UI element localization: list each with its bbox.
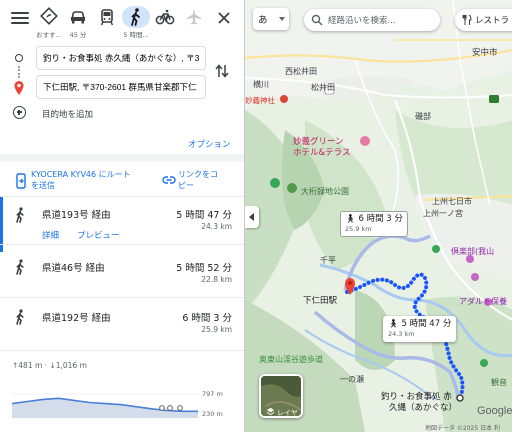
route-distance: 25.9 km bbox=[201, 325, 232, 334]
section-divider bbox=[0, 154, 244, 162]
input-language-button[interactable]: あ bbox=[253, 8, 289, 30]
origin-dot-icon bbox=[15, 54, 23, 62]
restaurants-label: レストラ bbox=[475, 16, 510, 26]
map-attribution: 地図データ ©2025 日本 利 bbox=[425, 425, 500, 432]
chevron-left-icon bbox=[249, 213, 254, 221]
elevation-waypoint bbox=[159, 405, 165, 411]
train-icon bbox=[100, 9, 114, 26]
callout-selected-distance: 24.3 km bbox=[388, 330, 415, 338]
walk-icon: 🚶︎ bbox=[345, 214, 356, 224]
route-preview-link[interactable]: プレビュー bbox=[77, 229, 120, 241]
close-icon[interactable] bbox=[215, 9, 233, 27]
callout-alt-distance: 25.9 km bbox=[345, 225, 372, 233]
send-to-phone-line2: を送信 bbox=[31, 181, 55, 190]
map-label-park: 大桁録地公園 bbox=[301, 187, 349, 196]
route-time: 5 時間 47 分 bbox=[176, 210, 232, 221]
map-label-destination-2: 久縄（あかぐな） bbox=[389, 403, 458, 413]
route-callout-alt[interactable]: 🚶︎ 6 時間 3 分 25.9 km bbox=[340, 211, 408, 237]
map-label-yokogawa: 横川 bbox=[253, 80, 269, 89]
restaurants-chip[interactable]: レストラ bbox=[455, 9, 512, 31]
callout-selected-time: 🚶︎ 5 時間 47 分 bbox=[388, 319, 452, 329]
map-view[interactable]: 安中市 西松井田 松井田 横川 妙義神社 妙義グリーン ホテル&テラス 磯部 大… bbox=[244, 0, 512, 432]
layers-icon bbox=[266, 407, 275, 416]
mode-flight-button[interactable] bbox=[180, 6, 208, 32]
menu-icon[interactable] bbox=[9, 9, 31, 29]
map-label-nanokaichi: 上州七日市 bbox=[432, 197, 472, 206]
route-details-link[interactable]: 詳細 bbox=[42, 229, 59, 241]
map-label-resort: アダルト保養 bbox=[459, 297, 507, 306]
add-destination-icon[interactable] bbox=[13, 106, 26, 119]
elevation-min: 230 m bbox=[202, 410, 223, 418]
send-to-phone-button[interactable]: KYOCERA KYV46 にルート を送信 bbox=[31, 169, 131, 191]
elevation-chart: 797 m 230 m bbox=[12, 390, 223, 418]
destination-input[interactable] bbox=[36, 75, 206, 99]
copy-link-line1: リンクをコ bbox=[178, 170, 218, 179]
send-to-phone-line1: KYOCERA KYV46 にルート bbox=[31, 170, 131, 179]
diamond-route-icon bbox=[40, 7, 58, 25]
restaurant-icon bbox=[462, 14, 472, 25]
bicycle-icon bbox=[155, 9, 175, 25]
link-icon[interactable] bbox=[162, 175, 176, 185]
callout-alt-time: 🚶︎ 6 時間 3 分 bbox=[345, 214, 403, 224]
map-label-shrine: 妙義神社 bbox=[245, 96, 275, 105]
search-icon bbox=[311, 14, 323, 26]
layers-button[interactable]: レイヤ bbox=[259, 374, 303, 418]
route-via: 県道192号 経由 bbox=[42, 313, 111, 324]
layers-label: レイヤ bbox=[277, 409, 298, 417]
send-to-phone-icon[interactable] bbox=[15, 173, 27, 189]
swap-direction-icon[interactable] bbox=[214, 62, 230, 80]
copy-link-line2: ピー bbox=[178, 181, 194, 190]
walk-icon: 🚶︎ bbox=[388, 319, 399, 329]
add-destination-label[interactable]: 目的地を追加 bbox=[42, 108, 93, 120]
route-callout-selected[interactable]: 🚶︎ 5 時間 47 分 24.3 km bbox=[383, 316, 457, 342]
chevron-down-icon bbox=[279, 17, 285, 21]
travel-mode-bar: おすす... 45 分 5 時間... bbox=[0, 0, 244, 40]
destination-pin-icon bbox=[14, 81, 24, 95]
map-label-nishimatsuida: 西松井田 bbox=[285, 67, 317, 76]
divider bbox=[0, 350, 244, 351]
map-label-club: 倶楽部(我山 bbox=[451, 247, 495, 256]
language-label: あ bbox=[258, 15, 268, 26]
car-icon bbox=[71, 11, 85, 24]
route-option-2[interactable]: 県道46号 経由 5 時間 52 分 22.8 km bbox=[0, 245, 244, 297]
walk-icon bbox=[16, 309, 24, 325]
map-label-isobe: 磯部 bbox=[415, 112, 431, 121]
directions-panel: おすす... 45 分 5 時間... 目的地を追加 オプション bbox=[0, 0, 244, 432]
route-distance: 24.3 km bbox=[201, 222, 232, 231]
origin-input[interactable] bbox=[36, 46, 206, 70]
map-label-hotel-2: ホテル&テラス bbox=[293, 148, 351, 158]
walk-icon bbox=[16, 259, 24, 275]
route-time: 6 時間 3 分 bbox=[182, 313, 232, 324]
route-via: 県道193号 経由 bbox=[42, 210, 111, 221]
google-logo: Google bbox=[477, 405, 512, 417]
map-label-shimonita-station: 下仁田駅 bbox=[303, 296, 338, 306]
collapse-panel-button[interactable] bbox=[245, 206, 259, 228]
map-label-kannon: 観音 bbox=[491, 378, 507, 387]
map-label-ichinomiya: 上州一ノ宮 bbox=[423, 209, 463, 218]
mode-car-button[interactable]: 45 分 bbox=[64, 6, 92, 39]
mode-walk-button[interactable]: 5 時間... bbox=[122, 6, 150, 39]
elevation-summary: ↑481 m · ↓1,016 m bbox=[12, 361, 87, 370]
route-dots bbox=[18, 66, 20, 78]
elevation-max: 797 m bbox=[202, 390, 223, 398]
search-placeholder: 経路沿いを検索... bbox=[328, 16, 396, 26]
map-label-ichinose: 一の瀬 bbox=[340, 375, 364, 384]
map-label-city: 安中市 bbox=[472, 48, 498, 58]
options-button[interactable]: オプション bbox=[188, 138, 231, 150]
mode-bicycle-button[interactable] bbox=[151, 6, 179, 32]
map-label-chihira: 千平 bbox=[320, 256, 336, 265]
route-via: 県道46号 経由 bbox=[42, 263, 105, 274]
walk-icon bbox=[16, 207, 24, 223]
map-label-trail: 奥東山渓谷遊歩道 bbox=[259, 355, 323, 364]
map-label-matsuida: 松井田 bbox=[311, 83, 335, 92]
route-time: 5 時間 52 分 bbox=[176, 263, 232, 274]
walk-icon bbox=[122, 6, 150, 28]
route-distance: 22.8 km bbox=[201, 275, 232, 284]
elevation-waypoint bbox=[177, 405, 183, 411]
copy-link-button[interactable]: リンクをコ ピー bbox=[178, 169, 228, 191]
elevation-waypoint bbox=[167, 405, 173, 411]
route-option-3[interactable]: 県道192号 経由 6 時間 3 分 25.9 km bbox=[0, 298, 244, 350]
search-along-route[interactable]: 経路沿いを検索... bbox=[304, 9, 440, 31]
airplane-icon bbox=[187, 9, 201, 25]
